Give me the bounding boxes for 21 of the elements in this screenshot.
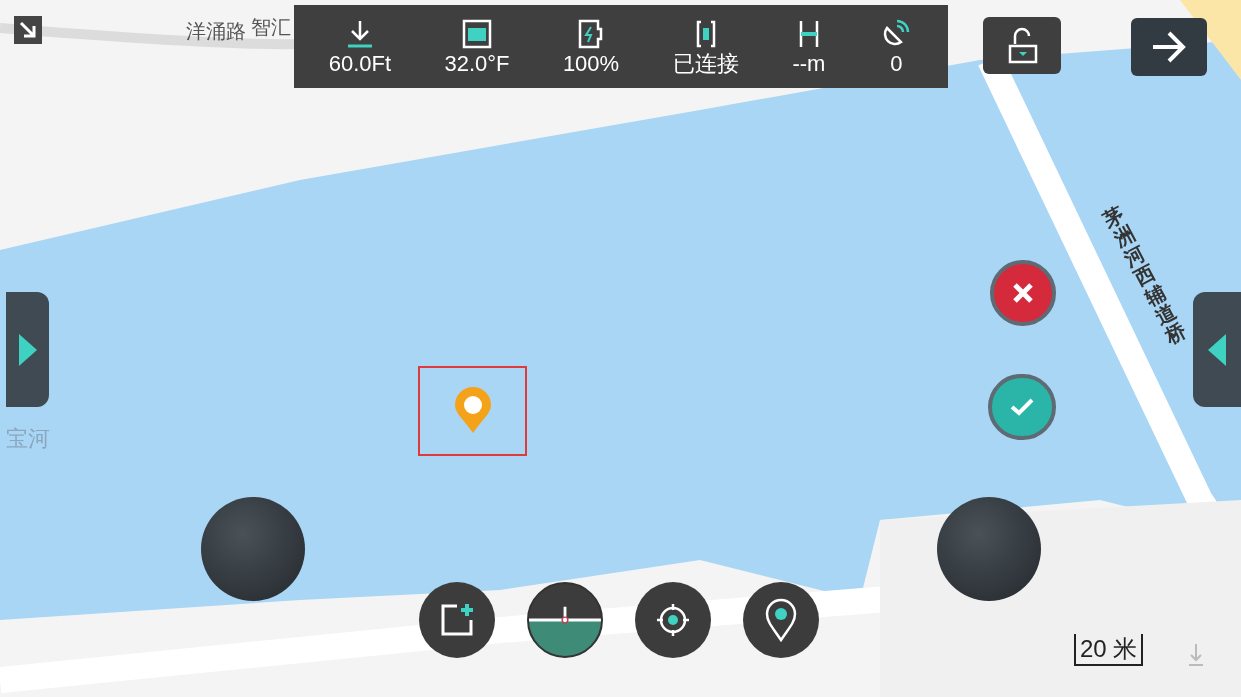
map-pin-icon <box>452 387 493 435</box>
status-value: 32.0°F <box>444 52 510 75</box>
map-pin-icon <box>764 598 798 642</box>
waypoint-selection-frame[interactable] <box>418 366 527 456</box>
status-value: 100% <box>562 52 620 75</box>
status-value: 已连接 <box>672 52 739 75</box>
lock-button[interactable] <box>983 17 1061 74</box>
right-triangle-icon <box>16 331 39 368</box>
place-label: 智汇 <box>251 15 291 40</box>
right-panel-toggle[interactable] <box>1193 292 1241 407</box>
left-panel-toggle[interactable] <box>6 292 49 407</box>
status-value: 0 <box>890 52 903 75</box>
status-value: --m <box>792 52 826 75</box>
bridge-label: 茅洲河西辅道桥 <box>1100 202 1190 348</box>
close-icon <box>1012 282 1034 304</box>
left-triangle-icon <box>1206 331 1228 368</box>
map-scale: 20 米 <box>1074 634 1144 666</box>
checkmark-icon <box>1010 398 1034 416</box>
next-button[interactable] <box>1131 18 1207 76</box>
road-label: 洋涌路 <box>186 19 246 44</box>
status-value: 60.0Ft <box>328 52 392 75</box>
